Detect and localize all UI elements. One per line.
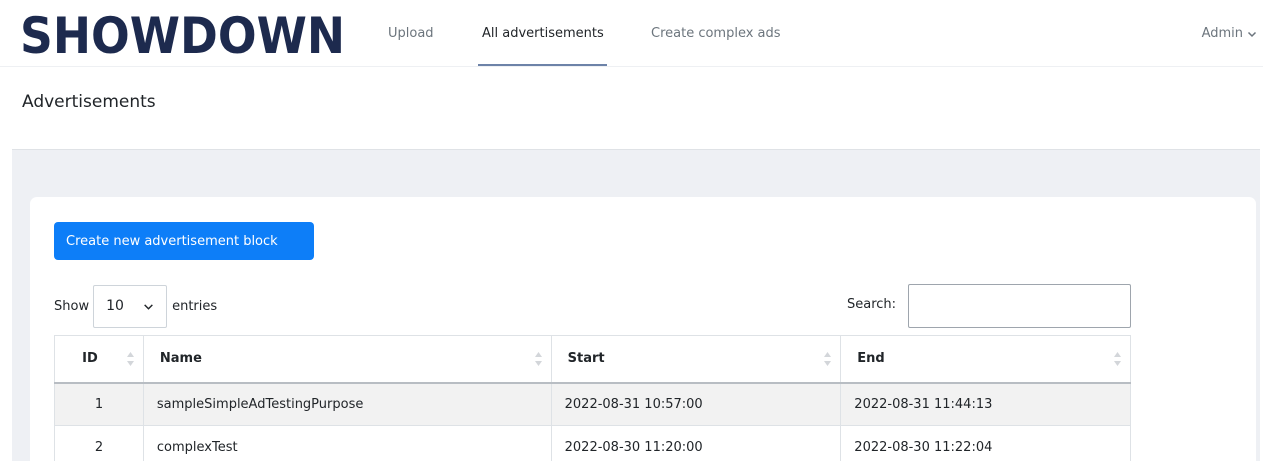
- cell-name: sampleSimpleAdTestingPurpose: [142, 382, 552, 426]
- show-label: Show: [54, 298, 90, 314]
- entries-label: entries: [172, 298, 218, 314]
- sort-icon: [824, 352, 832, 366]
- cell-id: 2: [54, 425, 144, 461]
- table-row[interactable]: 2 complexTest 2022-08-30 11:20:00 2022-0…: [54, 425, 1131, 461]
- entries-select[interactable]: 10: [93, 284, 168, 328]
- cell-start: 2022-08-30 11:20:00: [550, 425, 842, 461]
- nav-upload[interactable]: Upload: [388, 26, 434, 41]
- chevron-down-icon: [1247, 31, 1257, 37]
- entries-select-value: 10: [106, 298, 124, 314]
- entries-length-control: Show 10 entries: [54, 284, 217, 328]
- table-row[interactable]: 1 sampleSimpleAdTestingPurpose 2022-08-3…: [54, 382, 1131, 426]
- cell-end: 2022-08-30 11:22:04: [840, 425, 1131, 461]
- page-title: Advertisements: [22, 92, 156, 112]
- column-header-end[interactable]: End: [840, 335, 1131, 384]
- user-menu[interactable]: Admin: [1202, 26, 1257, 41]
- nav-create-complex-ads[interactable]: Create complex ads: [651, 26, 781, 41]
- cell-end: 2022-08-31 11:44:13: [840, 382, 1131, 426]
- user-name: Admin: [1201, 26, 1243, 41]
- sort-icon: [534, 352, 542, 366]
- cell-id: 1: [54, 382, 144, 426]
- search-label: Search:: [847, 297, 897, 312]
- column-header-id[interactable]: ID: [54, 335, 144, 384]
- logo-text: SHOWDOWN: [20, 7, 345, 60]
- top-navbar: SHOWDOWN Upload All advertisements Creat…: [0, 0, 1263, 67]
- cell-name: complexTest: [142, 425, 552, 461]
- search-input[interactable]: [908, 284, 1131, 328]
- cell-start: 2022-08-31 10:57:00: [550, 382, 842, 426]
- sort-icon: [1114, 352, 1121, 366]
- create-advertisement-button[interactable]: Create new advertisement block: [54, 222, 314, 260]
- chevron-down-icon: [144, 303, 153, 310]
- column-header-name[interactable]: Name: [142, 335, 552, 384]
- table-header-row: ID Name Start End: [54, 335, 1131, 384]
- nav-all-advertisements[interactable]: All advertisements: [482, 26, 604, 41]
- column-header-start[interactable]: Start: [550, 335, 842, 384]
- advertisements-table: ID Name Start End 1 sampleSimpleAdTestin…: [54, 335, 1131, 461]
- showdown-logo[interactable]: SHOWDOWN: [20, 6, 350, 60]
- active-tab-indicator: [478, 64, 607, 66]
- sort-icon: [126, 352, 134, 366]
